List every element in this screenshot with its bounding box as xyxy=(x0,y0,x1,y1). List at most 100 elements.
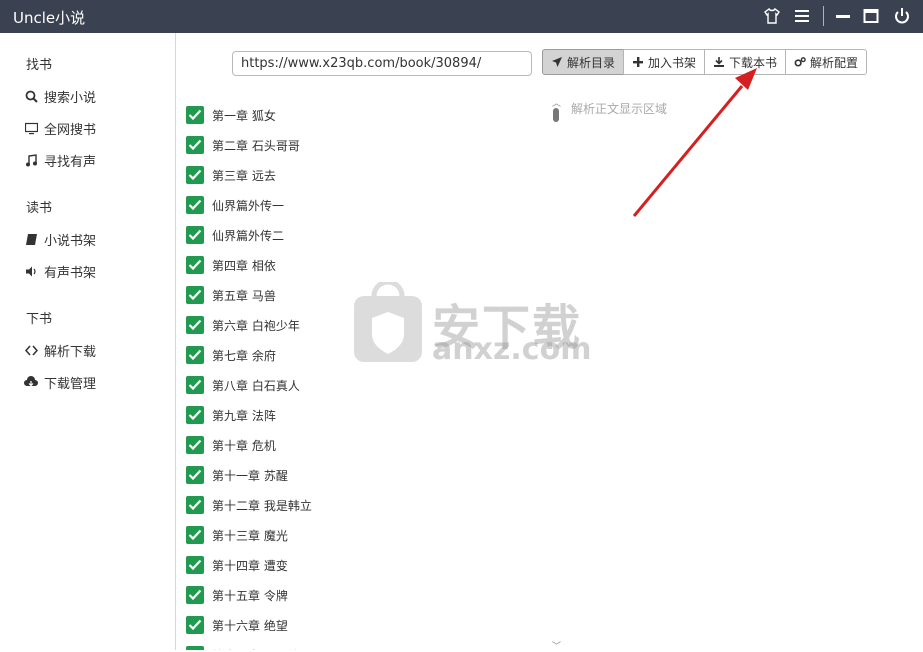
nav-item-search-novel[interactable]: 搜索小说 xyxy=(24,85,96,107)
checkbox-checked-icon[interactable] xyxy=(186,406,204,424)
checkbox-checked-icon[interactable] xyxy=(186,466,204,484)
chapter-item[interactable]: 第十七章 王二峰 xyxy=(186,640,526,650)
chapter-title: 第十章 危机 xyxy=(212,438,276,453)
chapter-title: 第十七章 王二峰 xyxy=(212,647,300,651)
chapter-item[interactable]: 第十四章 遭变 xyxy=(186,550,526,580)
checkbox-checked-icon[interactable] xyxy=(186,106,204,124)
nav-item-label: 下载管理 xyxy=(44,376,97,392)
chapter-title: 第二章 石头哥哥 xyxy=(212,138,300,153)
sidebar: 找书 搜索小说 全网搜书 寻找有声 读书 小说书架 有声书架 下书 解析下载 下… xyxy=(0,33,176,650)
chapter-item[interactable]: 第十六章 绝望 xyxy=(186,610,526,640)
chapter-item[interactable]: 第一章 狐女 xyxy=(186,100,526,130)
chapter-title: 第十六章 绝望 xyxy=(212,618,288,633)
download-book-button[interactable]: 下载本书 xyxy=(704,49,787,75)
section-title-download: 下书 xyxy=(26,312,53,327)
add-shelf-button[interactable]: 加入书架 xyxy=(623,49,706,75)
chapter-item[interactable]: 第十五章 令牌 xyxy=(186,580,526,610)
chapter-item[interactable]: 仙界篇外传二 xyxy=(186,220,526,250)
nav-item-novel-shelf[interactable]: 小说书架 xyxy=(24,228,96,250)
chapter-title: 第五章 马兽 xyxy=(212,288,276,303)
plus-icon xyxy=(632,56,644,68)
gears-icon xyxy=(794,56,806,68)
maximize-icon[interactable] xyxy=(863,7,883,27)
chapter-title: 第十一章 苏醒 xyxy=(212,468,288,483)
nav-item-label: 全网搜书 xyxy=(44,122,97,138)
title-bar: Uncle小说 xyxy=(0,0,923,33)
preview-placeholder: 解析正文显示区域 xyxy=(571,102,668,116)
nav-item-label: 有声书架 xyxy=(44,265,97,281)
checkbox-checked-icon[interactable] xyxy=(186,256,204,274)
nav-item-find-audio[interactable]: 寻找有声 xyxy=(24,149,96,171)
checkbox-checked-icon[interactable] xyxy=(186,196,204,214)
checkbox-checked-icon[interactable] xyxy=(186,496,204,514)
chapter-item[interactable]: 第四章 相依 xyxy=(186,250,526,280)
checkbox-checked-icon[interactable] xyxy=(186,226,204,244)
checkbox-checked-icon[interactable] xyxy=(186,646,204,650)
parse-config-button[interactable]: 解析配置 xyxy=(785,49,868,75)
chapter-title: 第三章 远去 xyxy=(212,168,276,183)
titlebar-divider xyxy=(823,6,824,26)
checkbox-checked-icon[interactable] xyxy=(186,556,204,574)
chapter-title: 第十二章 我是韩立 xyxy=(212,498,312,513)
checkbox-checked-icon[interactable] xyxy=(186,166,204,184)
chapter-item[interactable]: 第二章 石头哥哥 xyxy=(186,130,526,160)
checkbox-checked-icon[interactable] xyxy=(186,616,204,634)
scrollbar-thumb[interactable] xyxy=(553,108,559,122)
search-icon xyxy=(24,89,38,103)
checkbox-checked-icon[interactable] xyxy=(186,286,204,304)
chapter-item[interactable]: 第十二章 我是韩立 xyxy=(186,490,526,520)
section-title-read: 读书 xyxy=(26,201,53,216)
chapter-list: 第一章 狐女第二章 石头哥哥 第三章 远去 仙界篇外传一 仙界篇外传二 第四章 相依 第五… xyxy=(186,100,526,650)
checkbox-checked-icon[interactable] xyxy=(186,376,204,394)
chapter-title: 仙界篇外传一 xyxy=(212,198,285,213)
nav-item-label: 解析下载 xyxy=(44,344,97,360)
chapter-item[interactable]: 第三章 远去 xyxy=(186,160,526,190)
chapter-title: 第九章 法阵 xyxy=(212,408,276,423)
chapter-item[interactable]: 第十三章 魔光 xyxy=(186,520,526,550)
add-shelf-label: 加入书架 xyxy=(648,55,697,70)
shirt-icon[interactable] xyxy=(763,7,783,27)
checkbox-checked-icon[interactable] xyxy=(186,136,204,154)
nav-item-label: 搜索小说 xyxy=(44,90,97,106)
action-button-group: 解析目录 加入书架 下载本书 解析配置 xyxy=(542,49,868,75)
power-icon[interactable] xyxy=(893,7,913,27)
cloud-download-icon xyxy=(24,375,38,389)
download-book-label: 下载本书 xyxy=(729,55,778,70)
chapter-item[interactable]: 第十一章 苏醒 xyxy=(186,460,526,490)
send-icon xyxy=(551,56,563,68)
parse-toc-button[interactable]: 解析目录 xyxy=(542,49,625,75)
chapter-title: 第八章 白石真人 xyxy=(212,378,300,393)
music-icon xyxy=(24,153,38,167)
chapter-item[interactable]: 第十章 危机 xyxy=(186,430,526,460)
chapter-item[interactable]: 仙界篇外传一 xyxy=(186,190,526,220)
chapter-title: 第十四章 遭变 xyxy=(212,558,288,573)
download-icon xyxy=(713,56,725,68)
checkbox-checked-icon[interactable] xyxy=(186,436,204,454)
chapter-title: 第十三章 魔光 xyxy=(212,528,288,543)
code-icon xyxy=(24,343,38,357)
parse-toc-label: 解析目录 xyxy=(567,55,616,70)
menu-icon[interactable] xyxy=(794,7,814,27)
chapter-item[interactable]: 第九章 法阵 xyxy=(186,400,526,430)
nav-item-parse-download[interactable]: 解析下载 xyxy=(24,339,96,361)
checkbox-checked-icon[interactable] xyxy=(186,526,204,544)
nav-item-download-manager[interactable]: 下载管理 xyxy=(24,371,96,393)
chapter-title: 第一章 狐女 xyxy=(212,108,276,123)
nav-item-label: 小说书架 xyxy=(44,233,97,249)
checkbox-checked-icon[interactable] xyxy=(186,346,204,364)
checkbox-checked-icon[interactable] xyxy=(186,586,204,604)
book-icon xyxy=(24,232,38,246)
nav-item-label: 寻找有声 xyxy=(44,154,97,170)
scroll-down-icon[interactable]: ﹀ xyxy=(552,639,561,652)
url-input[interactable] xyxy=(232,51,532,76)
chapter-title: 仙界篇外传二 xyxy=(212,228,285,243)
nav-item-audio-shelf[interactable]: 有声书架 xyxy=(24,260,96,282)
parse-config-label: 解析配置 xyxy=(810,55,859,70)
chapter-title: 第四章 相依 xyxy=(212,258,276,273)
chapter-item[interactable]: 第八章 白石真人 xyxy=(186,370,526,400)
nav-item-web-search[interactable]: 全网搜书 xyxy=(24,117,96,139)
monitor-icon xyxy=(24,121,38,135)
checkbox-checked-icon[interactable] xyxy=(186,316,204,334)
chapter-title: 第六章 白袍少年 xyxy=(212,318,300,333)
minimize-icon[interactable] xyxy=(835,7,855,27)
